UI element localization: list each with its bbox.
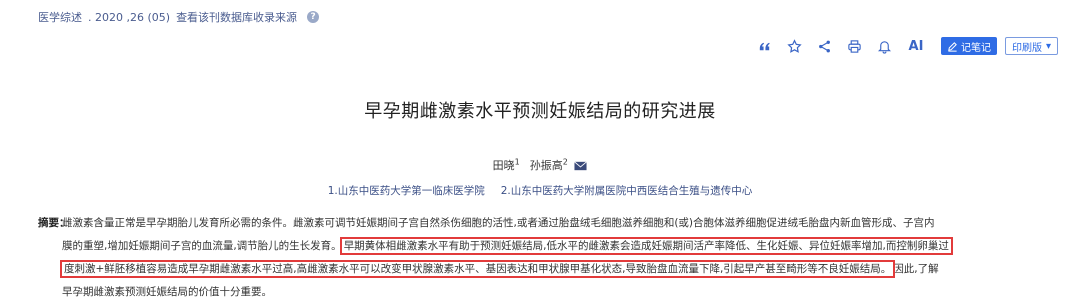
quote-icon[interactable] (751, 36, 779, 56)
mail-icon[interactable] (574, 161, 588, 171)
highlighted-text: 早期黄体相雌激素水平有助于预测妊娠结局,低水平的雌激素会造成妊娠期间活产率降低、… (339, 237, 953, 255)
issue-info: . 2020 ,26 (05) (88, 10, 171, 24)
author-list: 田晓1 孙振高2 (0, 157, 1080, 173)
highlighted-text: 度刺激+鲜胚移植容易造成早孕期雌激素水平过高,高雌激素水平可以改变甲状腺激素水平… (59, 260, 896, 278)
author-link[interactable]: 孙振高2 (530, 157, 588, 173)
take-note-button[interactable]: 记笔记 (940, 37, 997, 55)
abstract-line: 雌激素含量正常是早孕期胎儿发育所必需的条件。雌激素可调节妊娠期间子宫自然杀伤细胞… (62, 217, 935, 229)
help-icon[interactable]: ? (307, 11, 320, 23)
print-version-label: 印刷版 (1011, 42, 1042, 54)
article-toolbar: AI 记笔记 印刷版 ▾ (749, 36, 1058, 56)
chevron-down-icon: ▾ (1045, 40, 1051, 52)
star-icon[interactable] (781, 36, 809, 56)
abstract-line: 膜的重塑,增加妊娠期间子宫的血流量,调节胎儿的生长发育。 早期黄体相雌激素水平有助… (62, 237, 953, 255)
affiliations: 1.山东中医药大学第一临床医学院 2.山东中医药大学附属医院中西医结合生殖与遗传… (0, 183, 1080, 198)
take-note-label: 记笔记 (960, 42, 991, 54)
database-source-link[interactable]: 查看该刊数据库收录来源 (176, 9, 297, 25)
printer-icon[interactable] (841, 36, 869, 56)
author-link[interactable]: 田晓1 (493, 157, 520, 173)
share-icon[interactable] (811, 36, 839, 56)
ai-button[interactable]: AI (901, 36, 931, 56)
bell-icon[interactable] (871, 36, 899, 56)
abstract-line: 早孕期雌激素预测妊娠结局的价值十分重要。 (62, 286, 272, 298)
pencil-icon (948, 41, 957, 52)
affiliation-link[interactable]: 2.山东中医药大学附属医院中西医结合生殖与遗传中心 (501, 183, 753, 198)
source-line: 医学综述 . 2020 ,26 (05) 查看该刊数据库收录来源 ? (38, 9, 320, 25)
print-version-dropdown[interactable]: 印刷版 ▾ (1004, 37, 1058, 55)
journal-link[interactable]: 医学综述 (38, 9, 82, 25)
article-title: 早孕期雌激素水平预测妊娠结局的研究进展 (364, 101, 716, 122)
affiliation-link[interactable]: 1.山东中医药大学第一临床医学院 (328, 183, 485, 198)
abstract-line: 度刺激+鲜胚移植容易造成早孕期雌激素水平过高,高雌激素水平可以改变甲状腺激素水平… (59, 260, 939, 278)
